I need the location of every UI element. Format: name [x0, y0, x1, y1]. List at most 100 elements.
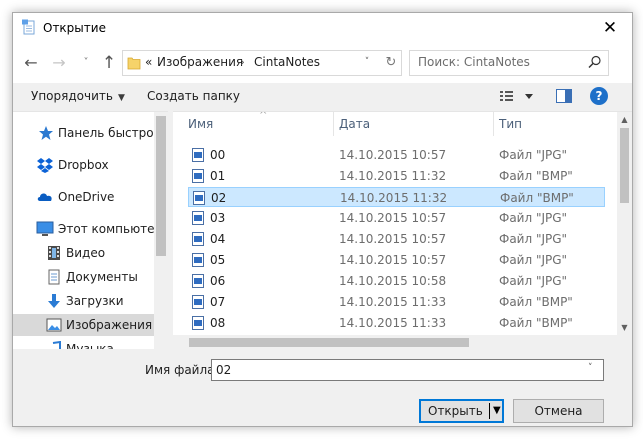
- file-name: 06: [210, 274, 226, 288]
- file-date: 14.10.2015 10:58: [339, 274, 447, 288]
- breadcrumb-separator: ›: [240, 55, 245, 69]
- file-type: Файл "JPG": [499, 253, 568, 267]
- video-icon: [48, 246, 60, 260]
- nav-item-documents[interactable]: Документы: [13, 266, 154, 288]
- nav-item-downloads[interactable]: Загрузки: [13, 290, 154, 312]
- cloud-icon: [37, 193, 52, 201]
- nav-item-this-pc[interactable]: Этот компьютер: [13, 218, 162, 240]
- search-input[interactable]: Поиск: CintaNotes: [418, 55, 530, 69]
- chevron-down-icon[interactable]: ˅: [588, 363, 593, 373]
- image-file-icon: [192, 274, 204, 288]
- file-name: 01: [210, 169, 226, 183]
- dialog-footer: Имя файла: ˅ Открыть ▼ Отмена: [13, 349, 632, 426]
- scroll-up-icon[interactable]: ▲: [617, 112, 632, 127]
- file-name: 05: [210, 253, 226, 267]
- nav-item-label: Загрузки: [66, 294, 124, 308]
- caret-down-icon: ▼: [117, 93, 125, 103]
- file-date: 14.10.2015 10:57: [339, 232, 447, 246]
- help-icon[interactable]: ?: [590, 87, 608, 105]
- view-options-icon[interactable]: [499, 89, 539, 105]
- image-file-icon: [192, 148, 204, 162]
- file-row[interactable]: 08 14.10.2015 11:33 Файл "BMP": [188, 313, 605, 333]
- open-button[interactable]: Открыть: [428, 404, 483, 418]
- nav-item-onedrive[interactable]: OneDrive: [13, 186, 154, 208]
- file-type: Файл "JPG": [499, 211, 568, 225]
- filename-input[interactable]: [211, 359, 604, 381]
- search-icon: [588, 55, 601, 69]
- open-file-dialog: Открытие ✕ ← → ˅ ↑ « Изображения › Cinta…: [12, 12, 633, 427]
- breadcrumb-overflow[interactable]: «: [145, 55, 152, 69]
- file-name: 00: [210, 148, 226, 162]
- nav-item-quick-access[interactable]: Панель быстрого доступа: [13, 122, 168, 144]
- file-row-selected[interactable]: 02 14.10.2015 11:32 Файл "BMP": [188, 187, 605, 207]
- file-date: 14.10.2015 10:57: [339, 148, 447, 162]
- command-toolbar: Упорядочить ▼ Создать папку ?: [13, 83, 632, 111]
- open-split-button[interactable]: Открыть ▼: [419, 399, 504, 423]
- file-type: Файл "BMP": [499, 169, 573, 183]
- column-divider[interactable]: [333, 112, 334, 136]
- title-bar: Открытие ✕: [13, 13, 632, 43]
- file-date: 14.10.2015 11:32: [339, 169, 447, 183]
- search-box[interactable]: Поиск: CintaNotes: [409, 50, 609, 76]
- file-list-pane: Имя ^ Дата Тип 00 14.10.2015 10:57 Файл …: [173, 111, 632, 350]
- refresh-button[interactable]: ↻: [381, 50, 402, 76]
- scroll-thumb[interactable]: [620, 128, 629, 203]
- column-header-type[interactable]: Тип: [499, 112, 522, 136]
- arrow-left-icon: ←: [24, 53, 38, 72]
- arrow-right-icon: →: [52, 53, 66, 72]
- file-row[interactable]: 04 14.10.2015 10:57 Файл "JPG": [188, 229, 605, 249]
- close-button[interactable]: ✕: [588, 13, 632, 43]
- up-button[interactable]: ↑: [99, 53, 119, 73]
- forward-button[interactable]: →: [49, 53, 69, 73]
- scroll-down-icon[interactable]: ▼: [617, 320, 632, 335]
- new-folder-button[interactable]: Создать папку: [147, 89, 240, 103]
- file-list-vertical-scrollbar[interactable]: ▲ ▼: [617, 112, 632, 350]
- split-divider: [489, 403, 490, 419]
- column-header-name[interactable]: Имя: [188, 112, 213, 136]
- nav-item-label: Изображения: [66, 318, 153, 332]
- file-row[interactable]: 07 14.10.2015 11:33 Файл "BMP": [188, 292, 605, 312]
- nav-item-pictures[interactable]: Изображения: [13, 314, 154, 336]
- file-name: 04: [210, 232, 226, 246]
- file-date: 14.10.2015 10:57: [339, 253, 447, 267]
- column-header-date[interactable]: Дата: [339, 112, 370, 136]
- nav-item-label: Панель быстрого доступа: [58, 126, 168, 140]
- file-date: 14.10.2015 11:32: [340, 191, 448, 205]
- nav-item-label: Dropbox: [58, 158, 109, 172]
- file-list-horizontal-scrollbar[interactable]: [173, 335, 617, 350]
- file-name: 07: [210, 295, 226, 309]
- nav-item-label: Этот компьютер: [58, 222, 163, 236]
- file-row[interactable]: 00 14.10.2015 10:57 Файл "JPG": [188, 145, 605, 165]
- breadcrumb-item-pictures[interactable]: Изображения: [157, 55, 243, 69]
- organize-button[interactable]: Упорядочить ▼: [31, 89, 125, 103]
- arrow-up-icon: ↑: [101, 53, 117, 73]
- file-type: Файл "BMP": [499, 295, 573, 309]
- address-bar[interactable]: « Изображения › CintaNotes ˅: [122, 50, 383, 76]
- address-row: ← → ˅ ↑ « Изображения › CintaNotes ˅ ↻ П…: [13, 43, 632, 83]
- chevron-down-icon: ˅: [83, 57, 89, 68]
- file-date: 14.10.2015 11:33: [339, 295, 447, 309]
- breadcrumb-item-cintanotes[interactable]: CintaNotes: [254, 55, 320, 69]
- file-row[interactable]: 01 14.10.2015 11:32 Файл "BMP": [188, 166, 605, 186]
- file-type: Файл "BMP": [499, 316, 573, 330]
- recent-locations-button[interactable]: ˅: [76, 53, 96, 73]
- window-title: Открытие: [43, 21, 106, 35]
- folder-icon: [127, 57, 141, 70]
- scroll-thumb[interactable]: [189, 338, 469, 347]
- file-row[interactable]: 06 14.10.2015 10:58 Файл "JPG": [188, 271, 605, 291]
- file-row[interactable]: 03 14.10.2015 10:57 Файл "JPG": [188, 208, 605, 228]
- preview-pane-icon[interactable]: [556, 89, 572, 103]
- nav-item-videos[interactable]: Видео: [13, 242, 154, 264]
- file-row[interactable]: 05 14.10.2015 10:57 Файл "JPG": [188, 250, 605, 270]
- file-date: 14.10.2015 10:57: [339, 211, 447, 225]
- back-button[interactable]: ←: [21, 53, 41, 73]
- chevron-down-icon[interactable]: ˅: [361, 57, 373, 69]
- dropbox-icon: [37, 158, 53, 173]
- nav-item-dropbox[interactable]: Dropbox: [13, 154, 154, 176]
- caret-down-icon[interactable]: ▼: [493, 405, 501, 416]
- nav-pane-scrollbar[interactable]: [154, 112, 168, 350]
- scroll-thumb[interactable]: [156, 116, 166, 256]
- column-divider[interactable]: [493, 112, 494, 136]
- cancel-button[interactable]: Отмена: [513, 399, 604, 423]
- navigation-pane: Панель быстрого доступа Dropbox OneDrive…: [13, 111, 168, 350]
